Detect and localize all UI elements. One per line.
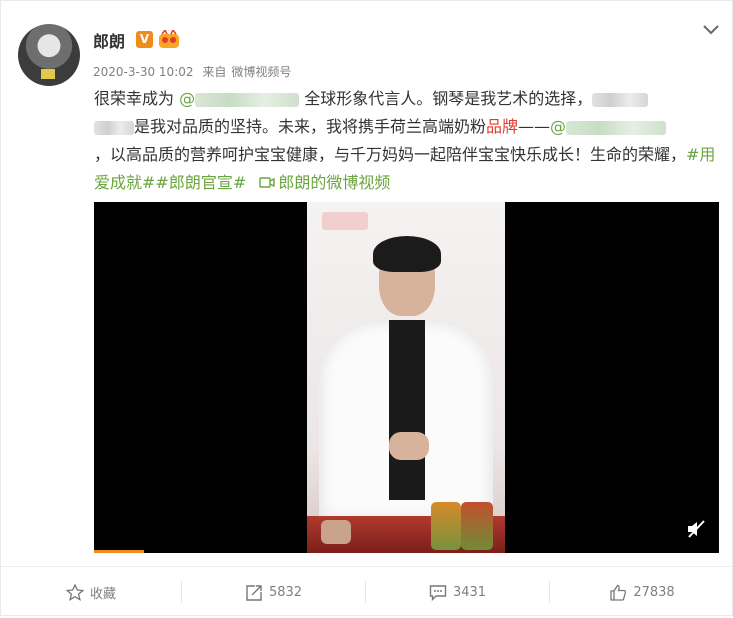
source-prefix: 来自 bbox=[202, 65, 227, 79]
star-icon bbox=[65, 584, 84, 601]
chevron-down-icon[interactable] bbox=[701, 23, 721, 37]
favorite-button[interactable]: 收藏 bbox=[1, 567, 181, 618]
text-segment: 是我对品质的坚持。未来，我将携手荷兰高端奶粉 bbox=[134, 117, 487, 136]
weibo-post-card: 郎朗 V 2020-3-30 10:02 来自 微博视频号 很荣幸成为 @ 全球形… bbox=[0, 0, 733, 616]
video-poster bbox=[307, 202, 505, 553]
video-player[interactable] bbox=[94, 202, 719, 553]
avatar[interactable] bbox=[18, 24, 80, 86]
verified-badge-icon: V bbox=[136, 31, 153, 48]
post-meta: 2020-3-30 10:02 来自 微博视频号 bbox=[93, 63, 296, 80]
video-icon bbox=[259, 177, 276, 188]
post-time[interactable]: 2020-3-30 10:02 bbox=[93, 65, 194, 79]
share-icon bbox=[246, 585, 262, 601]
mention-link[interactable]: @ bbox=[179, 89, 300, 108]
text-segment: 全球形象代言人。钢琴是我艺术的选择， bbox=[304, 89, 593, 108]
like-icon bbox=[610, 584, 627, 601]
brand-text: 品牌 bbox=[486, 117, 519, 136]
text-segment: —— bbox=[518, 117, 551, 136]
mute-icon[interactable] bbox=[686, 520, 706, 538]
repost-button[interactable]: 5832 bbox=[182, 567, 365, 618]
post-text: 很荣幸成为 @ 全球形象代言人。钢琴是我艺术的选择， 是我对品质的坚持。未来，我… bbox=[94, 85, 719, 197]
member-badge-icon bbox=[159, 30, 179, 48]
author-name[interactable]: 郎朗 bbox=[93, 28, 125, 52]
post-source[interactable]: 微博视频号 bbox=[231, 65, 291, 79]
like-button[interactable]: 27838 bbox=[550, 567, 733, 618]
comment-button[interactable]: 3431 bbox=[366, 567, 549, 618]
text-segment: ，以高品质的营养呵护宝宝健康，与千万妈妈一起陪伴宝宝快乐成长！生命的荣耀， bbox=[94, 145, 687, 164]
comment-icon bbox=[429, 585, 447, 601]
text-segment: 很荣幸成为 bbox=[94, 89, 175, 108]
action-bar: 收藏 5832 3431 27838 bbox=[1, 566, 733, 618]
video-progress-bar[interactable] bbox=[94, 550, 144, 553]
mention-link[interactable]: @ bbox=[550, 117, 667, 136]
video-link[interactable]: 郎朗的微博视频 bbox=[251, 173, 390, 192]
